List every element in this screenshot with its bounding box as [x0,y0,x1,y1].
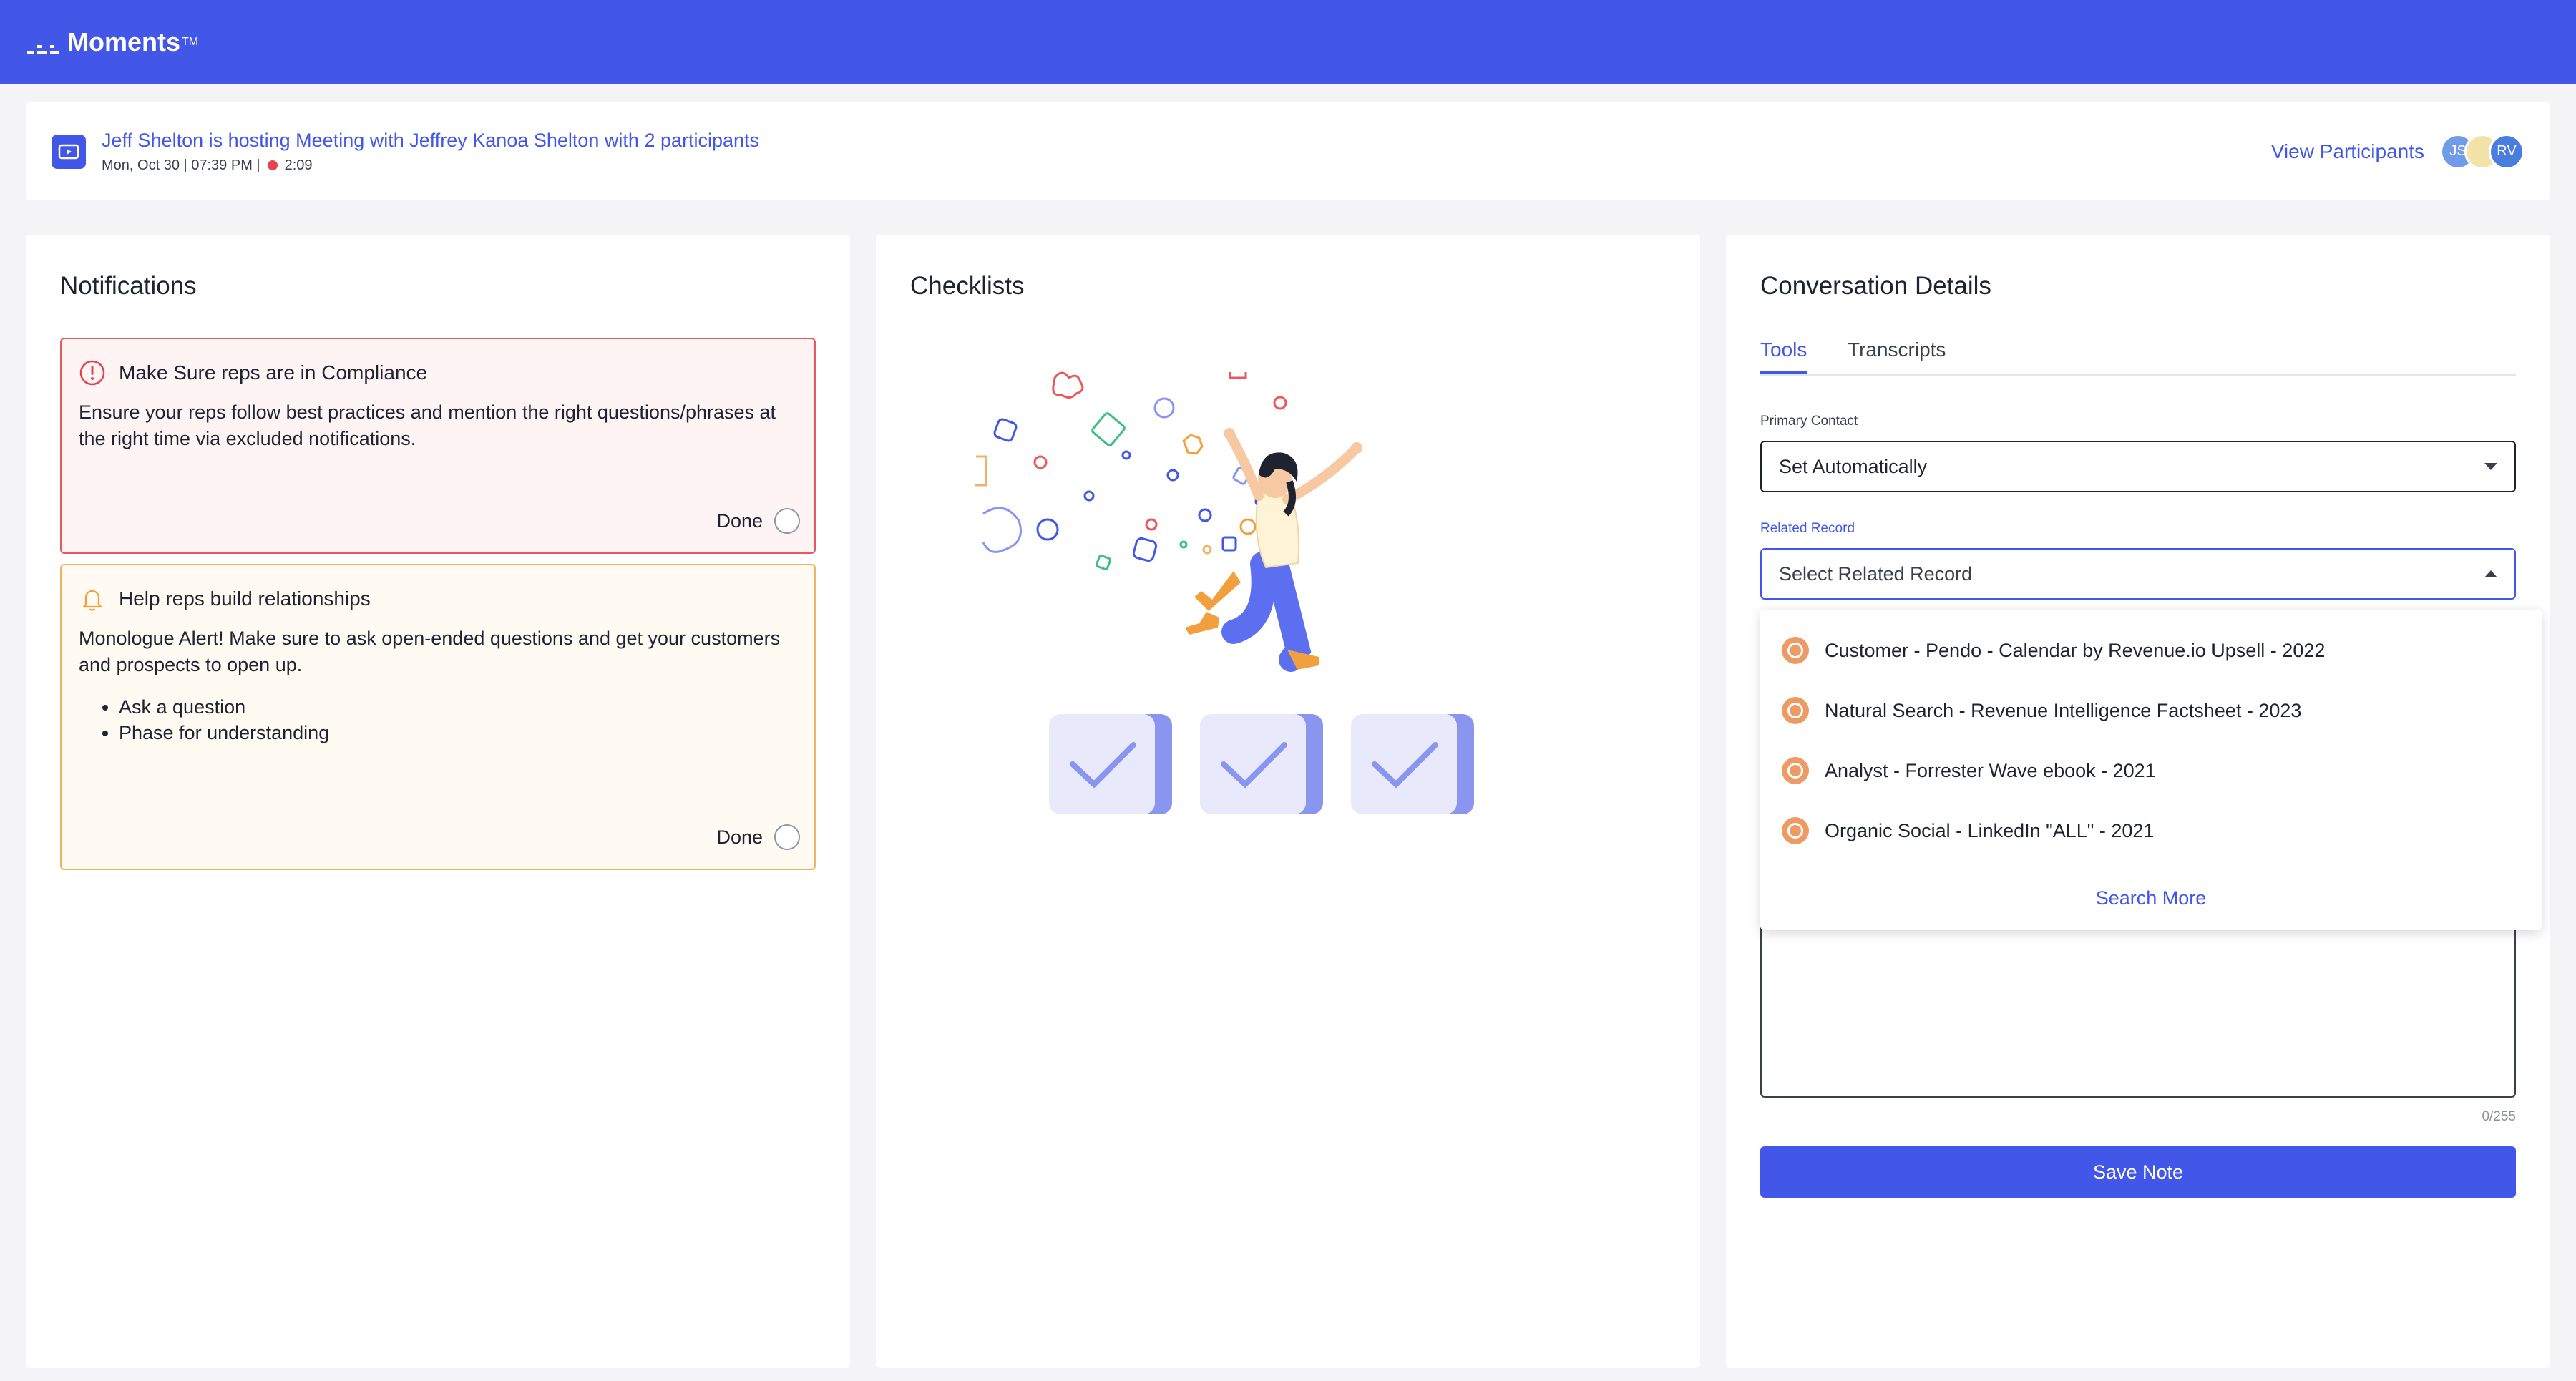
notification-bullets: Ask a question Phase for understanding [119,694,797,746]
related-record-placeholder: Select Related Record [1779,562,1973,585]
dropdown-option[interactable]: Organic Social - LinkedIn "ALL" - 2021 [1782,817,2154,844]
done-label: Done [716,826,763,848]
dropdown-option[interactable]: Customer - Pendo - Calendar by Revenue.i… [1782,637,2325,664]
record-icon [1782,637,1809,664]
avatar[interactable]: RV [2489,133,2524,170]
list-item: Ask a question [119,694,797,720]
related-record-label: Related Record [1760,521,1855,536]
notification-body: Ensure your reps follow best practices a… [79,401,776,449]
meeting-header: Jeff Shelton is hosting Meeting with Jef… [26,102,2550,200]
celebration-illustration [975,371,1474,814]
primary-contact-value: Set Automatically [1779,455,1928,477]
record-icon [1782,697,1809,724]
notification-card-relationships: Help reps build relationships Monologue … [60,564,816,870]
video-call-icon [52,134,86,169]
dropdown-option-label: Natural Search - Revenue Intelligence Fa… [1825,699,2302,721]
brand-name: Moments [67,26,181,57]
brand-trademark: TM [182,35,199,48]
dropdown-option-label: Organic Social - LinkedIn "ALL" - 2021 [1825,819,2155,841]
notification-card-compliance: Make Sure reps are in Compliance Ensure … [60,338,816,554]
done-control[interactable]: Done [716,824,800,850]
record-icon [1782,817,1809,844]
participant-avatars[interactable]: JS RV [2440,133,2524,170]
view-participants-link[interactable]: View Participants [2271,140,2424,163]
list-item: Phase for understanding [119,720,797,746]
dropdown-option[interactable]: Analyst - Forrester Wave ebook - 2021 [1782,757,2156,784]
bell-icon [79,585,106,613]
done-label: Done [716,509,763,532]
note-character-counter: 0/255 [2482,1109,2516,1124]
primary-contact-label: Primary Contact [1760,414,1858,429]
notification-body-wrap: Monologue Alert! Make sure to ask open-e… [79,625,797,746]
tab-tools[interactable]: Tools [1760,338,1807,374]
conversation-details-panel: Conversation Details Tools Transcripts P… [1726,235,2550,1368]
record-icon [1782,757,1809,784]
chevron-down-icon [2484,463,2497,470]
notifications-panel: Notifications Make Sure reps are in Comp… [26,235,850,1368]
notification-heading: Make Sure reps are in Compliance [119,361,428,384]
checklists-panel: Checklists [876,235,1700,1368]
alert-circle-icon [79,359,106,386]
done-control[interactable]: Done [716,508,800,534]
related-record-dropdown: Customer - Pendo - Calendar by Revenue.i… [1760,610,2542,930]
recording-dot-icon [267,160,278,170]
done-radio[interactable] [774,824,800,850]
search-more-link[interactable]: Search More [1760,887,2542,909]
related-record-select[interactable]: Select Related Record [1760,548,2516,600]
primary-contact-select[interactable]: Set Automatically [1760,441,2516,492]
save-note-button[interactable]: Save Note [1760,1146,2516,1198]
meeting-duration: 2:09 [284,157,313,173]
brand-logo[interactable]: Moments TM [27,27,198,57]
meeting-title: Jeff Shelton is hosting Meeting with Jef… [102,129,760,151]
dropdown-option-label: Customer - Pendo - Calendar by Revenue.i… [1825,639,2326,661]
notification-heading: Help reps build relationships [119,587,371,610]
dropdown-option-label: Analyst - Forrester Wave ebook - 2021 [1825,759,2156,781]
top-bar: Moments TM [0,0,2576,84]
meeting-meta: Mon, Oct 30 | 07:39 PM | 2:09 [102,157,759,174]
note-textarea[interactable] [1760,922,2516,1098]
checklists-title: Checklists [910,272,1025,300]
meeting-datetime: Mon, Oct 30 | 07:39 PM | [102,157,260,173]
notification-body: Monologue Alert! Make sure to ask open-e… [79,628,781,675]
dropdown-option[interactable]: Natural Search - Revenue Intelligence Fa… [1782,697,2301,724]
chevron-up-icon [2484,570,2497,577]
conversation-tabs: Tools Transcripts [1760,338,2516,376]
conversation-title: Conversation Details [1760,272,1991,300]
done-radio[interactable] [774,508,800,534]
tab-transcripts[interactable]: Transcripts [1848,338,1946,361]
notifications-title: Notifications [60,272,197,300]
brand-mark-icon [27,38,60,54]
